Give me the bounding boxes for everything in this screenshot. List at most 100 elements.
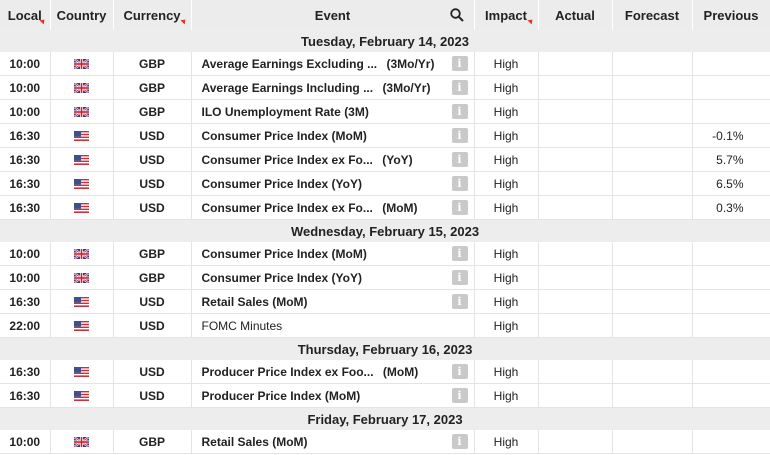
event-name[interactable]: Consumer Price Index (YoY) — [202, 177, 362, 191]
event-name-cell[interactable]: Producer Price Index (MoM) i — [191, 383, 475, 408]
actual-value — [538, 75, 613, 100]
event-name[interactable]: Consumer Price Index (MoM) — [202, 129, 367, 143]
event-name[interactable]: Consumer Price Index ex Fo... — [202, 201, 373, 215]
event-name[interactable]: Average Earnings Excluding ... — [202, 57, 378, 71]
event-row[interactable]: 16:30 USD Retail Sales (MoM) i High — [0, 289, 770, 314]
previous-value — [692, 75, 770, 100]
country-cell — [50, 123, 114, 148]
impact-value: High — [474, 313, 539, 338]
event-name-cell[interactable]: Retail Sales (MoM) i — [191, 430, 475, 454]
currency-code: USD — [113, 123, 192, 148]
event-row[interactable]: 22:00 USD FOMC Minutes High — [0, 313, 770, 338]
event-time: 22:00 — [0, 313, 51, 338]
info-icon[interactable]: i — [451, 80, 468, 95]
us-flag-icon — [74, 321, 89, 332]
event-name-cell[interactable]: Average Earnings Excluding ... (3Mo/Yr) i — [191, 52, 475, 76]
info-icon[interactable]: i — [451, 200, 468, 215]
event-name[interactable]: Retail Sales (MoM) — [202, 295, 308, 309]
forecast-value — [612, 123, 693, 148]
column-header-currency[interactable]: Currency — [113, 0, 192, 30]
event-name-cell[interactable]: Consumer Price Index (MoM) i — [191, 242, 475, 266]
event-name-cell[interactable]: Average Earnings Including ... (3Mo/Yr) i — [191, 75, 475, 100]
currency-code: GBP — [113, 99, 192, 124]
event-name[interactable]: Average Earnings Including ... — [202, 81, 374, 95]
event-row[interactable]: 10:00 GBP Average Earnings Excluding ... (… — [0, 52, 770, 76]
column-header-event[interactable]: Event — [191, 0, 475, 30]
event-time: 16:30 — [0, 383, 51, 408]
event-name-cell[interactable]: Consumer Price Index ex Fo... (MoM) i — [191, 195, 475, 220]
header-row: Local Country Currency Event Impact Actu… — [0, 0, 770, 30]
event-time: 16:30 — [0, 195, 51, 220]
info-icon[interactable]: i — [451, 388, 468, 403]
column-header-impact[interactable]: Impact — [474, 0, 539, 30]
info-icon[interactable]: i — [451, 434, 468, 449]
info-icon[interactable]: i — [451, 364, 468, 379]
event-name[interactable]: FOMC Minutes — [202, 319, 283, 333]
sort-icon — [38, 17, 47, 25]
event-row[interactable]: 16:30 USD Producer Price Index ex Foo... (… — [0, 360, 770, 384]
event-row[interactable]: 16:30 USD Consumer Price Index (YoY) i High 6… — [0, 171, 770, 196]
date-row: Thursday, February 16, 2023 — [0, 337, 770, 360]
currency-code: USD — [113, 383, 192, 408]
column-header-local[interactable]: Local — [0, 0, 51, 30]
previous-value — [692, 265, 770, 290]
currency-code: USD — [113, 171, 192, 196]
previous-value — [692, 289, 770, 314]
date-row: Friday, February 17, 2023 — [0, 407, 770, 430]
uk-flag-icon — [74, 437, 89, 448]
event-row[interactable]: 16:30 USD Consumer Price Index (MoM) i High -… — [0, 123, 770, 148]
event-name[interactable]: ILO Unemployment Rate (3M) — [202, 105, 369, 119]
previous-value — [692, 430, 770, 454]
info-icon[interactable]: i — [451, 152, 468, 167]
uk-flag-icon — [74, 273, 89, 284]
country-cell — [50, 265, 114, 290]
event-name[interactable]: Consumer Price Index ex Fo... — [202, 153, 373, 167]
event-name[interactable]: Retail Sales (MoM) — [202, 435, 308, 449]
forecast-value — [612, 147, 693, 172]
forecast-value — [612, 171, 693, 196]
event-name[interactable]: Consumer Price Index (YoY) — [202, 271, 362, 285]
event-name-cell[interactable]: Consumer Price Index (YoY) i — [191, 171, 475, 196]
event-row[interactable]: 10:00 GBP ILO Unemployment Rate (3M) i High — [0, 99, 770, 124]
info-icon[interactable]: i — [451, 270, 468, 285]
event-name-cell[interactable]: Retail Sales (MoM) i — [191, 289, 475, 314]
event-row[interactable]: 16:30 USD Consumer Price Index ex Fo... (M… — [0, 195, 770, 220]
event-name-cell[interactable]: Consumer Price Index ex Fo... (YoY) i — [191, 147, 475, 172]
search-icon[interactable] — [449, 8, 464, 25]
event-time: 10:00 — [0, 430, 51, 454]
info-icon[interactable]: i — [451, 294, 468, 309]
forecast-value — [612, 75, 693, 100]
currency-code: USD — [113, 195, 192, 220]
event-name-cell[interactable]: Producer Price Index ex Foo... (MoM) i — [191, 360, 475, 384]
info-icon[interactable]: i — [451, 246, 468, 261]
event-row[interactable]: 16:30 USD Consumer Price Index ex Fo... (Y… — [0, 147, 770, 172]
event-name[interactable]: Consumer Price Index (MoM) — [202, 247, 367, 261]
date-header: Thursday, February 16, 2023 — [0, 337, 770, 360]
previous-value — [692, 360, 770, 384]
actual-value — [538, 265, 613, 290]
info-icon[interactable]: i — [451, 176, 468, 191]
info-icon[interactable]: i — [451, 128, 468, 143]
info-icon[interactable]: i — [451, 56, 468, 71]
event-time: 16:30 — [0, 289, 51, 314]
uk-flag-icon — [74, 83, 89, 94]
us-flag-icon — [74, 391, 89, 402]
event-name-cell[interactable]: ILO Unemployment Rate (3M) i — [191, 99, 475, 124]
event-name[interactable]: Producer Price Index ex Foo... — [202, 365, 374, 379]
event-name-cell[interactable]: FOMC Minutes — [191, 313, 475, 338]
event-row[interactable]: 16:30 USD Producer Price Index (MoM) i High — [0, 383, 770, 408]
date-header: Wednesday, February 15, 2023 — [0, 219, 770, 242]
impact-value: High — [474, 265, 539, 290]
column-header-country[interactable]: Country — [50, 0, 114, 30]
country-cell — [50, 242, 114, 266]
event-row[interactable]: 10:00 GBP Consumer Price Index (MoM) i High — [0, 242, 770, 266]
uk-flag-icon — [74, 107, 89, 118]
event-row[interactable]: 10:00 GBP Consumer Price Index (YoY) i High — [0, 265, 770, 290]
event-row[interactable]: 10:00 GBP Average Earnings Including ... (… — [0, 75, 770, 100]
event-name-cell[interactable]: Consumer Price Index (YoY) i — [191, 265, 475, 290]
event-name-cell[interactable]: Consumer Price Index (MoM) i — [191, 123, 475, 148]
event-row[interactable]: 10:00 GBP Retail Sales (MoM) i High — [0, 430, 770, 454]
event-name[interactable]: Producer Price Index (MoM) — [202, 389, 361, 403]
forecast-value — [612, 52, 693, 76]
info-icon[interactable]: i — [451, 104, 468, 119]
